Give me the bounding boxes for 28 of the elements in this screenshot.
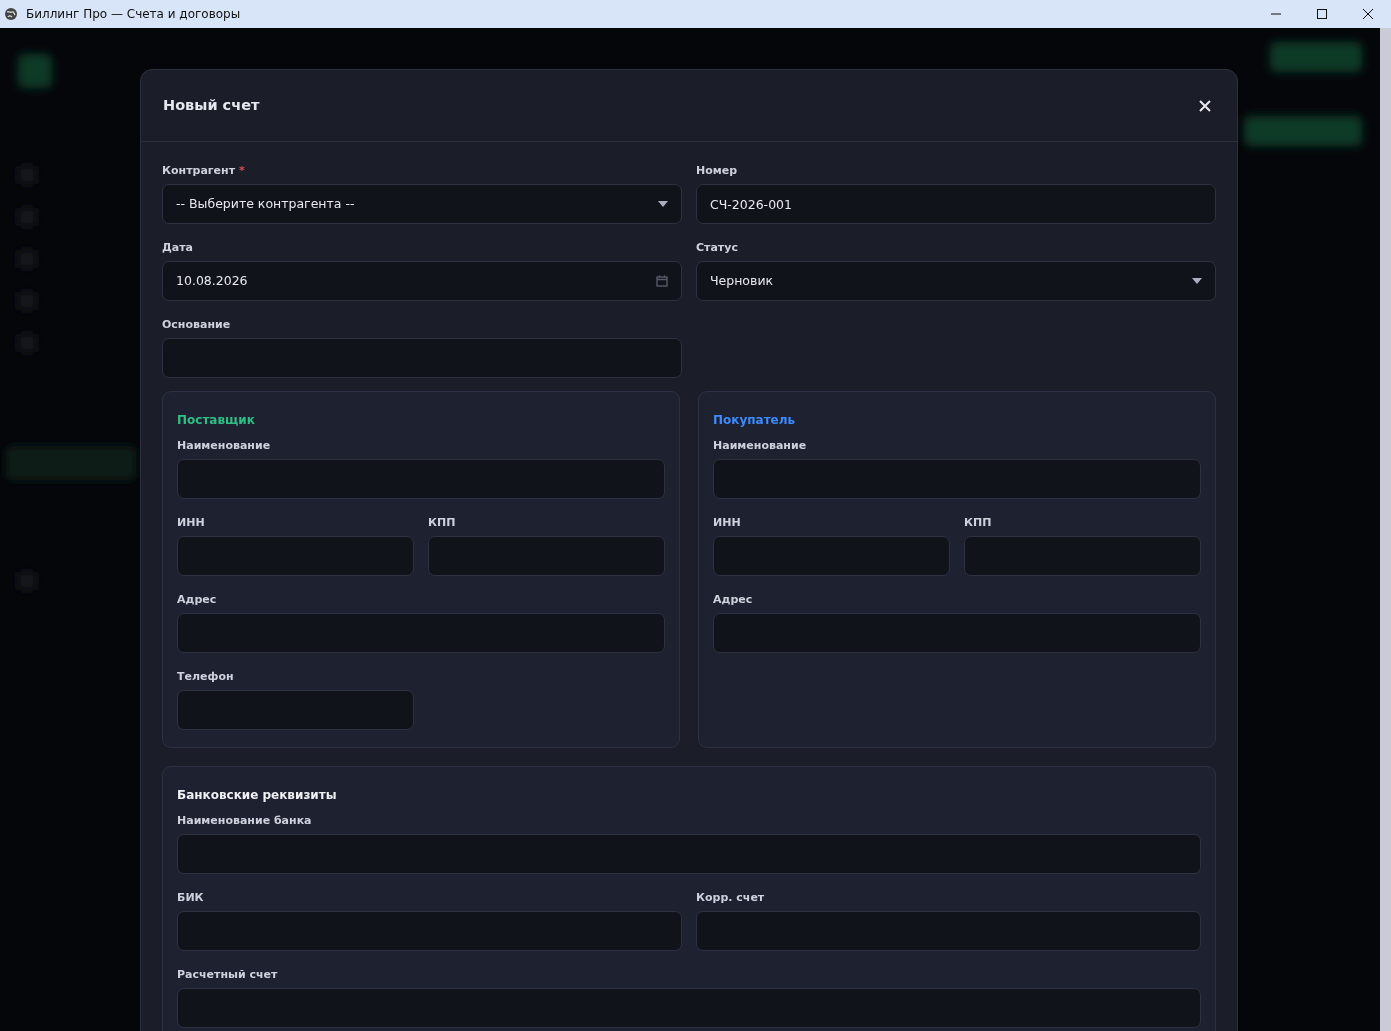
date-field[interactable]: 10.08.2026	[162, 261, 682, 301]
field-label: БИК	[177, 891, 204, 905]
window-title: Биллинг Про — Счета и договоры	[26, 6, 241, 23]
field-label: Наименование	[177, 439, 271, 453]
field-label: Корр. счет	[696, 891, 765, 905]
field-label: Наименование банка	[177, 814, 312, 828]
field-label: Основание	[162, 318, 231, 332]
field-label: Адрес	[713, 593, 753, 607]
field-label: Наименование	[713, 439, 807, 453]
section-title: Поставщик	[177, 412, 255, 429]
field-label: Расчетный счет	[177, 968, 278, 982]
field-label: ИНН	[713, 516, 741, 530]
dialog-title: Новый счет	[163, 95, 260, 115]
section-title: Банковские реквизиты	[177, 787, 337, 804]
field-label: Адрес	[177, 593, 217, 607]
field-label: Статус	[696, 241, 738, 255]
field-label: Номер	[696, 164, 738, 178]
field-label: Контрагент	[162, 164, 235, 178]
field-label: ИНН	[177, 516, 205, 530]
section-title: Покупатель	[713, 412, 796, 429]
select-field[interactable]: Черновик	[696, 261, 1216, 301]
input-field[interactable]: СЧ-2026-001	[696, 184, 1216, 224]
field-label: Дата	[162, 241, 194, 255]
field-label: КПП	[964, 516, 992, 530]
field-label: КПП	[428, 516, 456, 530]
required-mark: *	[239, 164, 245, 178]
field-label: Телефон	[177, 670, 234, 684]
select-field[interactable]: -- Выберите контрагента --	[162, 184, 682, 224]
